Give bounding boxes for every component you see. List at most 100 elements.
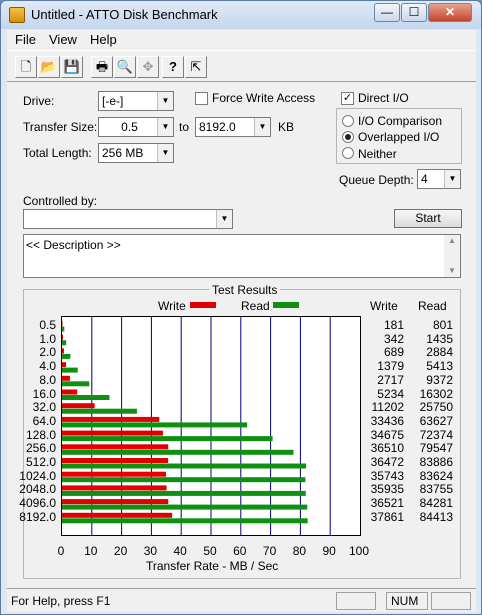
- direct-io-checkbox[interactable]: ✓: [341, 92, 354, 105]
- menu-help[interactable]: Help: [90, 32, 117, 47]
- category-label: 0.5: [39, 318, 56, 332]
- context-help-icon[interactable]: ⇱: [185, 56, 207, 78]
- close-button[interactable]: ✕: [428, 3, 472, 22]
- app-icon: [9, 7, 25, 23]
- chevron-down-icon: ▼: [157, 92, 173, 110]
- write-value: 35935: [370, 482, 404, 497]
- queue-depth-value: 4: [421, 172, 428, 186]
- write-bar: [62, 512, 173, 518]
- start-button[interactable]: Start: [394, 209, 462, 228]
- category-label: 256.0: [25, 441, 56, 456]
- category-label: 1.0: [39, 331, 56, 346]
- print-preview-icon[interactable]: 🔍: [114, 56, 136, 78]
- toolbar: 🗋 📂 💾 🖶 🔍 ✥ ? ⇱: [7, 50, 476, 82]
- read-bar: [62, 422, 248, 428]
- menu-view[interactable]: View: [49, 32, 77, 47]
- write-value: 1379: [377, 359, 404, 374]
- write-value: 35743: [370, 468, 404, 483]
- read-value: 63627: [419, 413, 453, 428]
- chevron-down-icon: ▼: [254, 118, 270, 136]
- description-text: << Description >>: [26, 238, 121, 252]
- category-label: 16.0: [32, 386, 56, 401]
- queue-depth-select[interactable]: 4 ▼: [417, 169, 461, 189]
- read-bar: [62, 381, 90, 387]
- title-bar: Untitled - ATTO Disk Benchmark — ☐ ✕: [1, 1, 481, 29]
- write-bar: [62, 485, 167, 491]
- move-icon[interactable]: ✥: [137, 56, 159, 78]
- category-label: 4096.0: [19, 496, 56, 511]
- description-textarea[interactable]: << Description >> ▲ ▼: [23, 234, 461, 278]
- queue-depth-label: Queue Depth:: [339, 173, 414, 187]
- read-value: 83755: [419, 482, 453, 497]
- write-value: 11202: [371, 400, 404, 415]
- read-value: 1435: [426, 331, 453, 346]
- app-window: Untitled - ATTO Disk Benchmark — ☐ ✕ Fil…: [0, 0, 482, 615]
- read-value: 5413: [426, 359, 453, 374]
- open-icon[interactable]: 📂: [38, 56, 60, 78]
- read-bar: [62, 449, 294, 455]
- force-write-label: Force Write Access: [212, 91, 316, 105]
- x-tick-label: 0: [57, 544, 65, 558]
- x-axis-label: Transfer Rate - MB / Sec: [146, 559, 279, 573]
- read-value: 83624: [419, 468, 453, 483]
- total-length-select[interactable]: 256 MB ▼: [98, 143, 174, 163]
- read-bar: [62, 436, 273, 442]
- maximize-button[interactable]: ☐: [401, 3, 427, 22]
- x-tick-label: 70: [262, 544, 277, 558]
- write-bar: [62, 471, 167, 477]
- category-label: 512.0: [25, 455, 56, 469]
- read-value: 2884: [426, 345, 453, 360]
- x-tick-label: 80: [292, 544, 307, 558]
- transfer-size-label: Transfer Size:: [23, 120, 98, 134]
- drive-label: Drive:: [23, 94, 55, 108]
- read-value: 84413: [419, 509, 453, 524]
- transfer-to-select[interactable]: 8192.0 ▼: [195, 117, 271, 137]
- write-value: 36472: [370, 455, 404, 469]
- legend-read-swatch: [273, 302, 299, 308]
- chevron-down-icon: ▼: [444, 170, 460, 188]
- legend-write-label: Write: [158, 299, 186, 313]
- scroll-down-icon[interactable]: ▼: [444, 265, 460, 277]
- category-label: 8.0: [39, 372, 56, 387]
- read-value: 16302: [419, 386, 453, 401]
- read-bar: [62, 395, 110, 400]
- write-value: 181: [383, 318, 404, 332]
- chevron-down-icon: ▼: [157, 144, 173, 162]
- drive-select[interactable]: [-e-] ▼: [98, 91, 174, 111]
- print-icon[interactable]: 🖶: [91, 56, 113, 78]
- neither-radio[interactable]: [342, 147, 354, 159]
- read-value: 72374: [419, 427, 453, 442]
- legend-read-label: Read: [241, 299, 270, 313]
- write-value: 5234: [377, 386, 404, 401]
- scroll-up-icon[interactable]: ▲: [444, 235, 460, 247]
- read-bar: [62, 518, 308, 524]
- category-label: 2.0: [39, 345, 56, 360]
- help-icon[interactable]: ?: [162, 56, 184, 78]
- save-icon[interactable]: 💾: [61, 56, 83, 78]
- write-bar: [62, 416, 160, 422]
- total-length-value: 256 MB: [102, 146, 144, 160]
- overlapped-io-radio[interactable]: [342, 131, 354, 143]
- read-bar: [62, 408, 137, 414]
- read-bar: [62, 490, 306, 496]
- controlled-by-select[interactable]: ▼: [23, 209, 233, 229]
- menu-file[interactable]: File: [15, 32, 36, 47]
- transfer-from-value: 0.5: [121, 120, 138, 134]
- transfer-from-select[interactable]: 0.5 ▼: [98, 117, 174, 137]
- status-bar: For Help, press F1 NUM: [7, 588, 476, 612]
- description-scrollbar[interactable]: ▲ ▼: [444, 235, 460, 277]
- overlapped-io-label: Overlapped I/O: [358, 130, 440, 144]
- x-tick-label: 90: [322, 544, 336, 558]
- minimize-button[interactable]: —: [374, 3, 400, 22]
- new-icon[interactable]: 🗋: [15, 56, 37, 78]
- force-write-checkbox[interactable]: [195, 92, 208, 105]
- io-comparison-radio[interactable]: [342, 115, 354, 127]
- chart-svg: [62, 317, 331, 535]
- total-length-label: Total Length:: [23, 146, 92, 160]
- write-bar: [62, 389, 78, 395]
- legend-write-swatch: [190, 302, 216, 308]
- read-bar: [62, 340, 67, 346]
- read-value: 9372: [426, 372, 453, 387]
- write-bar: [62, 430, 163, 436]
- read-bar: [62, 326, 65, 332]
